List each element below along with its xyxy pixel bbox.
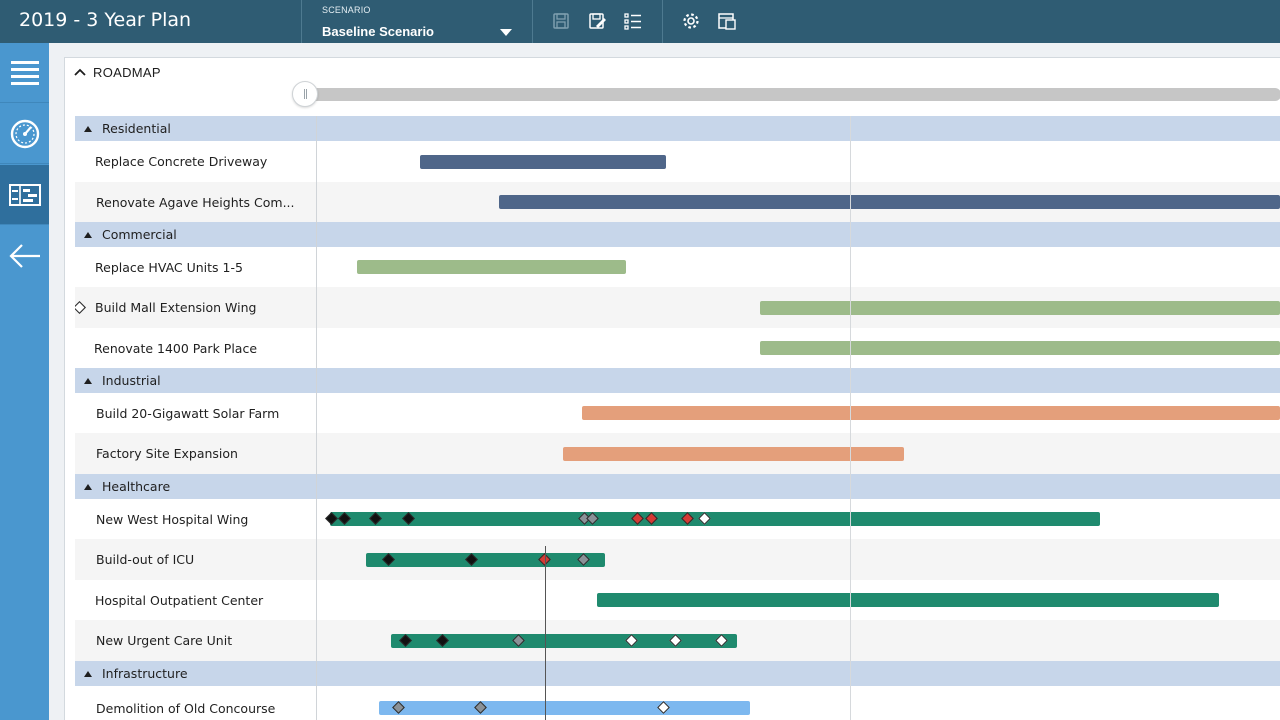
collapse-triangle-icon[interactable] bbox=[84, 125, 92, 132]
scenario-dropdown[interactable]: SCENARIO Baseline Scenario bbox=[302, 0, 532, 43]
menu-icon bbox=[11, 61, 39, 85]
task-bar[interactable] bbox=[420, 154, 666, 169]
task-row[interactable]: Replace HVAC Units 1-5 bbox=[75, 247, 1280, 287]
dashboard-gauge-icon bbox=[10, 119, 40, 149]
milestone-diamond-white[interactable] bbox=[75, 300, 86, 314]
group-header-industrial[interactable]: Industrial bbox=[75, 368, 1280, 393]
task-label: Hospital Outpatient Center bbox=[95, 592, 264, 608]
collapse-triangle-icon[interactable] bbox=[84, 483, 92, 490]
label-column-divider bbox=[316, 116, 317, 720]
task-row[interactable]: New Urgent Care Unit bbox=[75, 620, 1280, 661]
scenario-caption: SCENARIO bbox=[322, 5, 371, 15]
task-label: Factory Site Expansion bbox=[96, 446, 238, 461]
task-label: Renovate 1400 Park Place bbox=[94, 340, 258, 356]
save-as-icon[interactable] bbox=[587, 11, 607, 31]
gantt-chart: Residential Replace Concrete Driveway Reno… bbox=[75, 116, 1280, 720]
timeline-scrollbar[interactable] bbox=[305, 88, 1280, 101]
task-label: Replace Concrete Driveway bbox=[95, 154, 268, 169]
sidebar-item-menu[interactable] bbox=[0, 43, 49, 103]
group-label: Industrial bbox=[102, 373, 161, 388]
task-label: Build 20-Gigawatt Solar Farm bbox=[96, 405, 280, 421]
group-label: Infrastructure bbox=[102, 666, 188, 681]
task-bar[interactable] bbox=[760, 341, 1280, 355]
task-bar[interactable] bbox=[330, 512, 1100, 526]
task-label: New West Hospital Wing bbox=[96, 511, 249, 527]
task-row[interactable]: Replace Concrete Driveway bbox=[75, 141, 1280, 182]
timeline-gridline bbox=[850, 116, 851, 720]
roadmap-title: ROADMAP bbox=[93, 65, 161, 80]
task-row[interactable]: Factory Site Expansion bbox=[75, 433, 1280, 474]
task-bar[interactable] bbox=[760, 300, 1280, 315]
app-title: 2019 - 3 Year Plan bbox=[19, 9, 192, 31]
task-row[interactable]: Hospital Outpatient Center bbox=[75, 580, 1280, 620]
chevron-up-icon bbox=[74, 68, 86, 76]
task-bar[interactable] bbox=[597, 593, 1219, 607]
task-row[interactable]: Build Mall Extension Wing bbox=[75, 287, 1280, 328]
task-bar[interactable] bbox=[499, 195, 1280, 209]
task-row[interactable]: Renovate 1400 Park Place bbox=[75, 328, 1280, 368]
group-header-infrastructure[interactable]: Infrastructure bbox=[75, 661, 1280, 686]
task-bar[interactable] bbox=[357, 260, 626, 274]
collapse-triangle-icon[interactable] bbox=[84, 231, 92, 238]
toolbar-divider bbox=[532, 0, 533, 43]
toolbar-divider bbox=[662, 0, 663, 43]
task-row[interactable]: New West Hospital Wing bbox=[75, 499, 1280, 539]
today-marker-line bbox=[545, 546, 546, 720]
sidebar bbox=[0, 43, 49, 720]
group-header-commercial[interactable]: Commercial bbox=[75, 222, 1280, 247]
task-bar[interactable] bbox=[582, 406, 1280, 420]
group-label: Commercial bbox=[102, 227, 177, 242]
sidebar-item-roadmap[interactable] bbox=[0, 165, 49, 225]
chevron-down-icon bbox=[500, 29, 512, 36]
scenario-value: Baseline Scenario bbox=[322, 24, 434, 39]
group-header-healthcare[interactable]: Healthcare bbox=[75, 474, 1280, 499]
task-row[interactable]: Build 20-Gigawatt Solar Farm bbox=[75, 393, 1280, 433]
settings-icon[interactable] bbox=[681, 11, 701, 31]
group-label: Healthcare bbox=[102, 479, 171, 494]
export-icon[interactable] bbox=[717, 11, 737, 31]
task-row[interactable]: Renovate Agave Heights Com... bbox=[75, 182, 1280, 222]
task-label: Build-out of ICU bbox=[96, 552, 195, 567]
task-row[interactable]: Build-out of ICU bbox=[75, 539, 1280, 580]
task-bar[interactable] bbox=[563, 446, 904, 461]
group-label: Residential bbox=[102, 121, 171, 136]
task-bar[interactable] bbox=[379, 701, 750, 715]
top-bar: 2019 - 3 Year Plan SCENARIO Baseline Sce… bbox=[0, 0, 1280, 43]
collapse-triangle-icon[interactable] bbox=[84, 670, 92, 677]
timeline-scroll-handle[interactable] bbox=[292, 81, 318, 107]
save-icon[interactable] bbox=[551, 11, 571, 31]
group-header-residential[interactable]: Residential bbox=[75, 116, 1280, 141]
task-label: Renovate Agave Heights Com... bbox=[96, 194, 295, 210]
sidebar-item-dashboard[interactable] bbox=[0, 104, 49, 164]
task-bar[interactable] bbox=[366, 552, 605, 567]
task-label: Demolition of Old Concourse bbox=[96, 700, 276, 716]
task-label: Replace HVAC Units 1-5 bbox=[95, 259, 243, 275]
task-label: New Urgent Care Unit bbox=[96, 633, 233, 648]
roadmap-icon bbox=[9, 184, 41, 206]
checklist-icon[interactable] bbox=[623, 11, 643, 31]
sidebar-item-back[interactable] bbox=[0, 226, 49, 286]
collapse-triangle-icon[interactable] bbox=[84, 377, 92, 384]
task-label: Build Mall Extension Wing bbox=[95, 300, 257, 315]
back-arrow-icon bbox=[9, 244, 40, 268]
task-row[interactable]: Demolition of Old Concourse bbox=[75, 686, 1280, 720]
